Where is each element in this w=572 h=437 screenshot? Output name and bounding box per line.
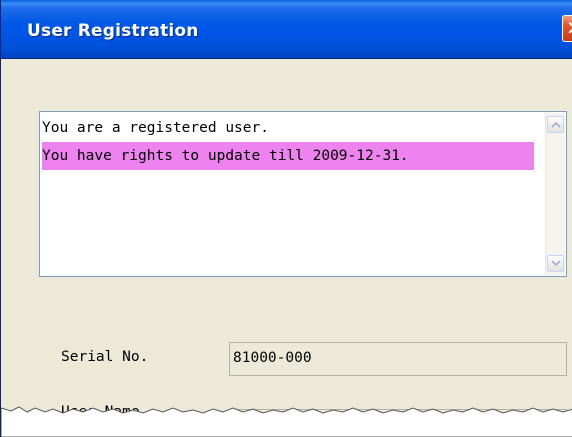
close-icon: ✕ (566, 16, 572, 41)
user-registration-window: User Registration ✕ You are a registered… (0, 0, 572, 437)
close-button[interactable]: ✕ (562, 15, 572, 42)
serial-number-label: Serial No. (61, 349, 149, 365)
dialog-body: You are a registered user. You have righ… (1, 59, 572, 437)
vertical-scrollbar[interactable] (545, 113, 565, 275)
title-bar[interactable]: User Registration ✕ (1, 0, 572, 59)
chevron-down-icon (551, 260, 561, 267)
status-line-registered: You are a registered user. (42, 120, 269, 136)
chevron-up-icon (551, 121, 561, 128)
status-line-update-rights: You have rights to update till 2009-12-3… (42, 142, 534, 170)
serial-number-field[interactable]: 81000-000 (229, 342, 567, 376)
torn-edge (1, 406, 572, 437)
registration-status-list[interactable]: You are a registered user. You have righ… (39, 111, 567, 277)
scroll-down-button[interactable] (547, 255, 564, 272)
window-title: User Registration (27, 21, 199, 41)
scroll-up-button[interactable] (547, 116, 564, 133)
